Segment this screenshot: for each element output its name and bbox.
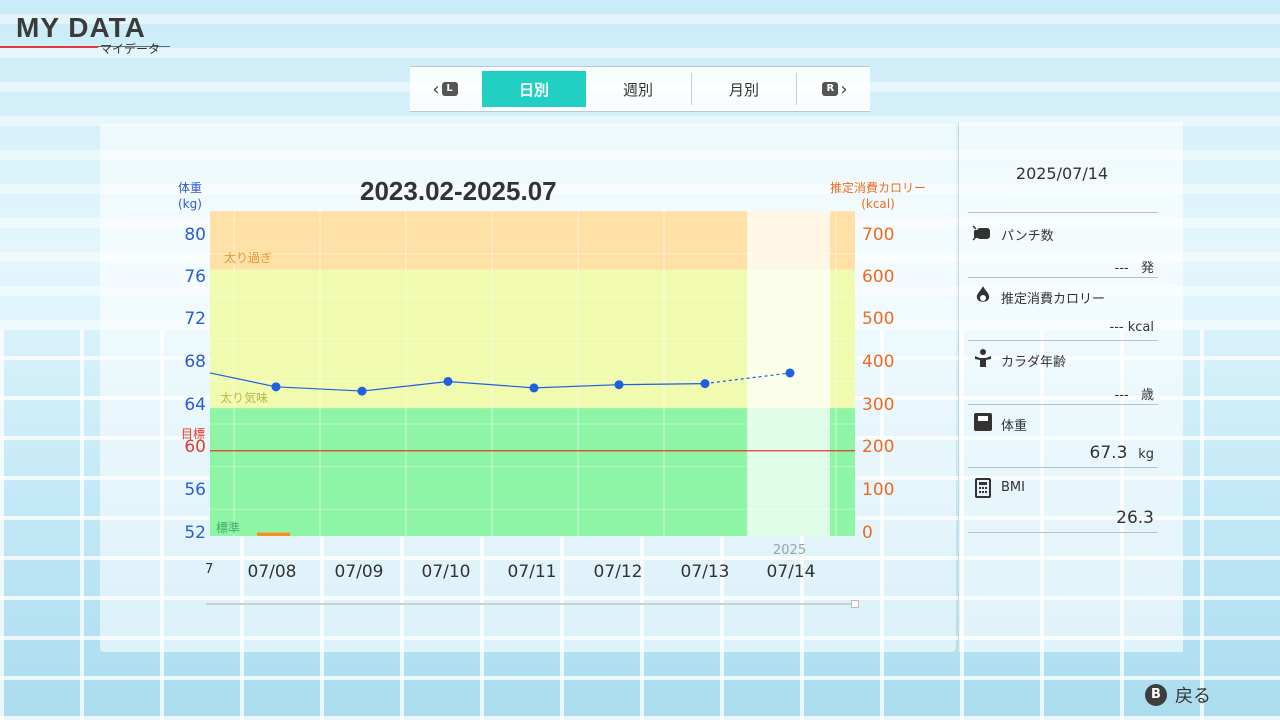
stat-label-punches: パンチ数 bbox=[1001, 229, 1054, 244]
calorie-tick-label: 100 bbox=[862, 480, 895, 500]
stat-number: --- bbox=[1114, 388, 1129, 403]
stat-unit: kg bbox=[1138, 447, 1154, 462]
weight-point bbox=[614, 380, 624, 390]
x-tick-cut: 7 bbox=[205, 562, 214, 577]
stat-unit: 発 bbox=[1140, 261, 1154, 276]
stat-value-bmi: 26.3 bbox=[1116, 508, 1154, 528]
divider bbox=[968, 404, 1158, 405]
weight-tick-label: 64 bbox=[184, 395, 206, 415]
weight-tick-label: 72 bbox=[184, 309, 206, 329]
x-tick-label: 07/14 bbox=[766, 562, 816, 582]
stat-number: 67.3 bbox=[1089, 443, 1128, 463]
divider bbox=[968, 467, 1158, 468]
calorie-tick-label: 600 bbox=[862, 267, 895, 287]
zone-label-standard: 標準 bbox=[216, 521, 241, 535]
weight-point bbox=[529, 383, 539, 393]
chart-scrollbar-thumb[interactable] bbox=[851, 600, 859, 608]
x-tick-label: 07/10 bbox=[421, 562, 471, 582]
weight-tick-label: 52 bbox=[184, 523, 206, 543]
body-icon bbox=[975, 349, 991, 367]
divider bbox=[968, 532, 1158, 533]
stat-label-bmi: BMI bbox=[1001, 480, 1025, 495]
weight-point bbox=[443, 376, 453, 386]
calculator-icon bbox=[975, 478, 991, 498]
calorie-tick-label: 500 bbox=[862, 309, 895, 329]
back-button[interactable]: B 戻る bbox=[1145, 682, 1211, 708]
calorie-tick-label: 200 bbox=[862, 437, 895, 457]
calorie-tick-label: 300 bbox=[862, 395, 895, 415]
stat-value-calories: --- kcal bbox=[1110, 320, 1154, 335]
b-button-icon: B bbox=[1145, 684, 1167, 706]
stat-value-weight: 67.3 kg bbox=[1090, 443, 1154, 463]
stat-label-calories: 推定消費カロリー bbox=[1001, 292, 1106, 307]
stat-number: --- bbox=[1114, 261, 1129, 276]
scale-icon bbox=[974, 413, 992, 431]
calorie-tick-label: 0 bbox=[862, 523, 873, 543]
stat-unit: kcal bbox=[1127, 320, 1154, 335]
calorie-tick-label: 400 bbox=[862, 352, 895, 372]
goal-label: 目標 bbox=[181, 427, 206, 441]
weight-tick-label: 68 bbox=[184, 352, 206, 372]
stat-value-body-age: --- 歳 bbox=[1115, 384, 1155, 403]
year-label: 2025 bbox=[773, 543, 807, 558]
x-tick-label: 07/09 bbox=[334, 562, 384, 582]
divider bbox=[968, 212, 1158, 213]
calorie-tick-label: 700 bbox=[862, 225, 895, 245]
divider bbox=[968, 340, 1158, 341]
weight-point bbox=[271, 382, 281, 392]
stat-value-punches: --- 発 bbox=[1115, 257, 1155, 276]
weight-point bbox=[785, 368, 795, 378]
stat-label-body-age: カラダ年齢 bbox=[1001, 355, 1067, 370]
x-tick-label: 07/12 bbox=[593, 562, 643, 582]
x-tick-label: 07/11 bbox=[507, 562, 557, 582]
calorie-bar bbox=[257, 532, 290, 536]
divider bbox=[968, 277, 1158, 278]
weight-tick-label: 56 bbox=[184, 480, 206, 500]
zone-label-over: 太り過ぎ bbox=[224, 251, 273, 265]
stat-label-weight: 体重 bbox=[1001, 419, 1028, 434]
stat-unit: 歳 bbox=[1140, 388, 1154, 403]
x-tick-label: 07/13 bbox=[680, 562, 730, 582]
weight-tick-label: 80 bbox=[184, 225, 206, 245]
chart-scrollbar[interactable] bbox=[206, 603, 856, 605]
weight-point bbox=[357, 386, 367, 396]
zone-label-slightly-over: 太り気味 bbox=[220, 391, 269, 405]
stat-number: --- bbox=[1109, 320, 1124, 335]
punch-icon bbox=[972, 225, 990, 241]
flame-icon bbox=[976, 286, 990, 302]
weight-tick-label: 76 bbox=[184, 267, 206, 287]
weight-point bbox=[700, 379, 710, 389]
x-tick-label: 07/08 bbox=[247, 562, 297, 582]
summary-date: 2025/07/14 bbox=[1015, 164, 1109, 183]
back-label: 戻る bbox=[1175, 686, 1211, 707]
